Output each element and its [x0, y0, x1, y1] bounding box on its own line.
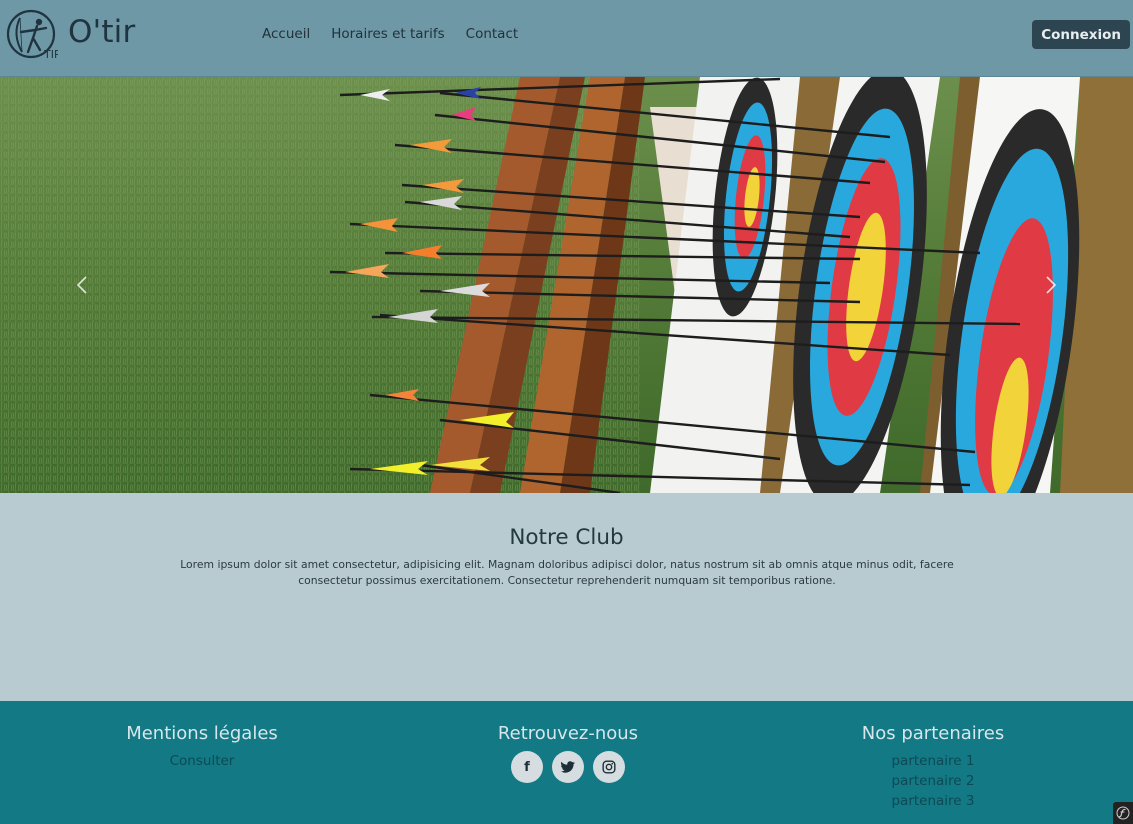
image-carousel — [0, 77, 1133, 493]
symfony-icon — [1116, 806, 1130, 820]
footer-legal-title: Mentions légales — [126, 723, 278, 744]
footer-partners-title: Nos partenaires — [861, 723, 1005, 744]
logo[interactable]: TIR — [6, 8, 62, 62]
social-links: f — [468, 751, 668, 783]
nav-link-accueil[interactable]: Accueil — [262, 26, 310, 42]
chevron-left-icon — [76, 276, 87, 294]
partner-link-2[interactable]: partenaire 2 — [833, 771, 1033, 791]
carousel-next-button[interactable] — [1041, 274, 1061, 296]
nav-link-contact[interactable]: Contact — [466, 26, 519, 42]
login-button[interactable]: Connexion — [1032, 20, 1130, 49]
carousel-prev-button[interactable] — [72, 274, 92, 296]
legal-consult-link[interactable]: Consulter — [102, 751, 302, 771]
twitter-bird-icon — [561, 761, 575, 773]
club-description: Lorem ipsum dolor sit amet consectetur, … — [180, 558, 954, 587]
chevron-right-icon — [1046, 276, 1057, 294]
svg-text:TIR: TIR — [43, 48, 58, 61]
partner-link-3[interactable]: partenaire 3 — [833, 791, 1033, 811]
instagram-icon[interactable] — [593, 751, 625, 783]
club-section: Notre Club Lorem ipsum dolor sit amet co… — [0, 493, 1133, 701]
debug-toolbar-toggle[interactable] — [1113, 802, 1133, 824]
archery-targets-image — [0, 77, 1133, 493]
footer-legal: Mentions légales Consulter — [102, 723, 302, 771]
facebook-icon[interactable]: f — [511, 751, 543, 783]
footer: Mentions légales Consulter Retrouvez-nou… — [0, 701, 1133, 824]
instagram-glyph-icon — [602, 760, 616, 774]
partner-link-1[interactable]: partenaire 1 — [833, 751, 1033, 771]
footer-partners: Nos partenaires partenaire 1 partenaire … — [833, 723, 1033, 811]
archer-logo-icon: TIR — [6, 9, 62, 61]
footer-social: Retrouvez-nous f — [468, 723, 668, 783]
footer-social-title: Retrouvez-nous — [497, 723, 639, 744]
brand-name[interactable]: O'tir — [68, 14, 135, 50]
navbar: TIR O'tir Accueil Horaires et tarifs Con… — [0, 0, 1133, 77]
nav-link-horaires[interactable]: Horaires et tarifs — [331, 26, 444, 42]
twitter-icon[interactable] — [552, 751, 584, 783]
main-nav: Accueil Horaires et tarifs Contact — [262, 26, 539, 42]
club-title: Notre Club — [509, 525, 624, 550]
